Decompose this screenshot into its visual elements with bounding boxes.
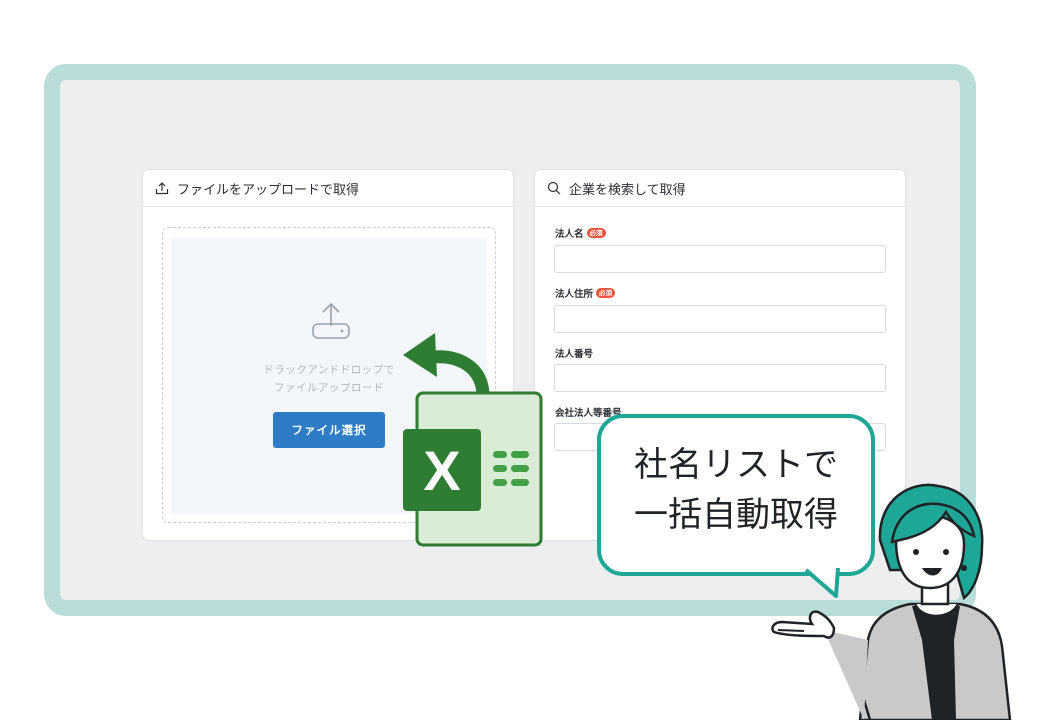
excel-file-icon: X	[403, 333, 543, 547]
required-badge: 必須	[586, 228, 606, 238]
corporate-address-input[interactable]	[554, 305, 886, 333]
search-card-title: 企業を検索して取得	[569, 182, 686, 198]
field-label-corporate-number: 法人番号	[555, 349, 594, 360]
field-label-corporate-address: 法人住所 必須	[555, 286, 616, 300]
upload-card-title: ファイルをアップロードで取得	[177, 182, 360, 198]
corporate-name-input[interactable]	[554, 245, 886, 273]
search-card-header: 企業を検索して取得	[535, 170, 905, 207]
required-badge: 必須	[596, 288, 616, 298]
field-label-corporate-name: 法人名 必須	[555, 226, 606, 240]
presenter-woman-illustration	[771, 483, 1012, 720]
upload-card-header: ファイルをアップロードで取得	[143, 170, 513, 207]
corporate-number-input[interactable]	[554, 364, 886, 392]
upload-tray-icon	[312, 302, 350, 339]
file-select-button[interactable]: ファイル選択	[273, 412, 385, 448]
upload-icon	[155, 182, 169, 195]
excel-letter: X	[423, 439, 460, 502]
search-icon	[547, 181, 561, 195]
